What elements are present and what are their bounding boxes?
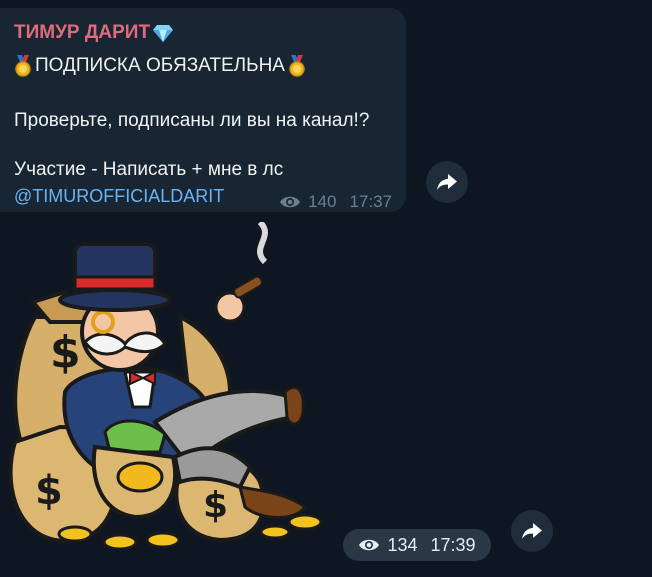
svg-text:$: $ [35, 468, 63, 514]
author-label: ТИМУР ДАРИТ [14, 22, 151, 43]
message-meta: 140 17:37 [279, 192, 392, 212]
view-count: 140 [308, 192, 337, 211]
forward-icon [437, 174, 457, 190]
svg-text:$: $ [203, 485, 228, 526]
svg-text:$: $ [50, 327, 81, 378]
sticker-view-count: 134 [387, 534, 418, 555]
eye-icon [280, 196, 301, 208]
author-name[interactable]: ТИМУР ДАРИТ [14, 22, 174, 44]
medal-icon [289, 55, 305, 77]
eye-icon [359, 539, 380, 551]
forward-button[interactable] [426, 161, 468, 203]
sticker-meta: 134 17:39 [343, 529, 491, 561]
check-subscription-text: Проверьте, подписаны ли вы на канал!? [14, 110, 370, 131]
message-time: 17:37 [349, 192, 392, 211]
forward-button[interactable] [511, 510, 553, 552]
participation-text: Участие - Написать + мне в лс [14, 159, 284, 180]
medal-icon [15, 55, 31, 77]
subscription-required-text: ПОДПИСКА ОБЯЗАТЕЛЬНА [35, 55, 285, 76]
sticker-time: 17:39 [430, 534, 476, 555]
message-bubble[interactable]: ТИМУР ДАРИТ ПОДПИСКА ОБЯЗАТЕЛЬНА Проверь… [0, 8, 406, 212]
diamond-icon [153, 25, 174, 42]
channel-link[interactable]: @TIMUROFFICIALDARIT [14, 186, 224, 207]
forward-icon [522, 523, 542, 539]
money-tycoon-sticker[interactable]: $ $ $ [5, 222, 340, 562]
